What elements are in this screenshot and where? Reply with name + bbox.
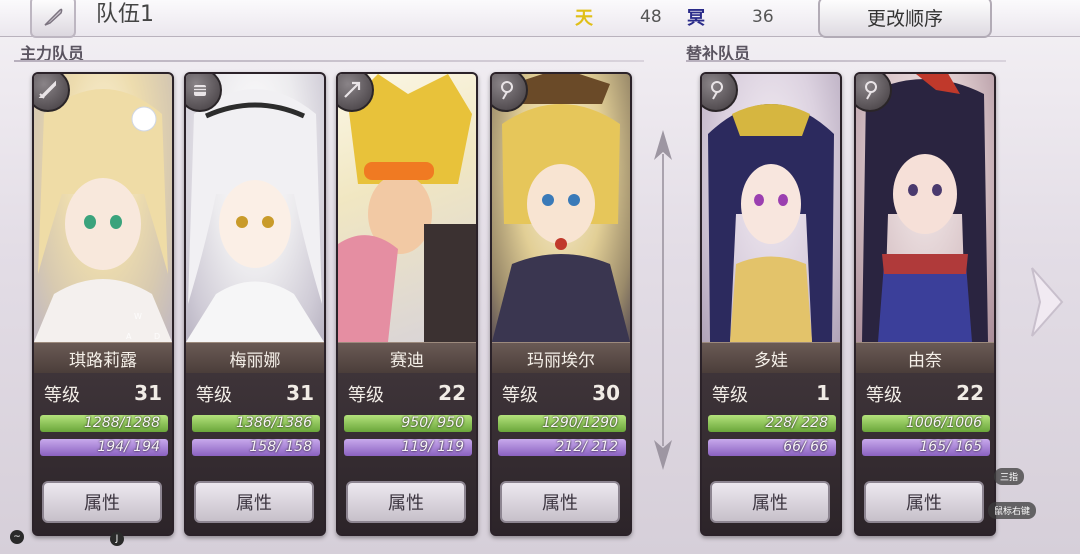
member-stats: 等级 31 1288/1288 194/ 194 属性	[34, 373, 172, 534]
level-label: 等级	[196, 385, 232, 406]
level-label: 等级	[502, 385, 538, 406]
level-value: 30	[592, 381, 620, 405]
member-name: 梅丽娜	[186, 342, 324, 374]
portrait	[856, 74, 994, 342]
level-label: 等级	[348, 385, 384, 406]
resource-heaven-value: 48	[640, 7, 662, 27]
level-row: 等级 31	[196, 381, 314, 407]
underworld-icon: 冥	[687, 8, 705, 29]
hp-bar: 1290/1290	[498, 415, 626, 432]
attributes-button[interactable]: 属性	[710, 481, 830, 523]
portrait	[338, 74, 476, 342]
attributes-button[interactable]: 属性	[864, 481, 984, 523]
member-card[interactable]: 梅丽娜 等级 31 1386/1386 158/ 158 属性	[184, 72, 326, 536]
key-hint-a: A	[126, 332, 132, 341]
member-stats: 等级 30 1290/1290 212/ 212 属性	[492, 373, 630, 534]
overlay-key-tilde[interactable]: ~	[10, 530, 24, 544]
attributes-button[interactable]: 属性	[42, 481, 162, 523]
substitute-card[interactable]: 由奈 等级 22 1006/1006 165/ 165 属性	[854, 72, 996, 536]
portrait	[186, 74, 324, 342]
level-row: 等级 1	[712, 381, 830, 407]
mp-bar: 194/ 194	[40, 439, 168, 456]
member-card[interactable]: 赛迪 等级 22 950/ 950 119/ 119 属性	[336, 72, 478, 536]
attributes-button[interactable]: 属性	[194, 481, 314, 523]
attributes-button[interactable]: 属性	[346, 481, 466, 523]
portrait	[492, 74, 630, 342]
key-hint-w: W	[134, 312, 142, 321]
level-label: 等级	[712, 385, 748, 406]
overlay-key-j[interactable]: J	[110, 532, 124, 546]
member-name: 由奈	[856, 342, 994, 374]
overlay-chip-right-click[interactable]: 鼠标右键	[988, 502, 1037, 519]
level-row: 等级 22	[866, 381, 984, 407]
overlay-chip-three-finger[interactable]: 三指	[994, 468, 1025, 485]
mp-bar: 165/ 165	[862, 439, 990, 456]
team-name: 队伍1	[96, 2, 154, 27]
resource-underworld: 冥 36	[684, 6, 774, 29]
member-name: 赛迪	[338, 342, 476, 374]
level-row: 等级 31	[44, 381, 162, 407]
hp-bar: 1006/1006	[862, 415, 990, 432]
attributes-button[interactable]: 属性	[500, 481, 620, 523]
level-row: 等级 22	[348, 381, 466, 407]
level-value: 22	[438, 381, 466, 405]
member-name: 玛丽埃尔	[492, 342, 630, 374]
hp-bar: 1386/1386	[192, 415, 320, 432]
heaven-icon: 天	[575, 8, 593, 29]
member-stats: 等级 31 1386/1386 158/ 158 属性	[186, 373, 324, 534]
next-page-button[interactable]	[1026, 262, 1066, 342]
level-label: 等级	[866, 385, 902, 406]
mp-bar: 158/ 158	[192, 439, 320, 456]
level-value: 22	[956, 381, 984, 405]
level-value: 31	[286, 381, 314, 405]
member-card[interactable]: W A D 琪路莉露 等级 31 1288/1288 194/ 194 属性	[32, 72, 174, 536]
substitute-card[interactable]: 多娃 等级 1 228/ 228 66/ 66 属性	[700, 72, 842, 536]
resource-underworld-value: 36	[752, 7, 774, 27]
chevron-right-icon	[1031, 267, 1064, 337]
member-stats: 等级 1 228/ 228 66/ 66 属性	[702, 373, 840, 534]
quill-icon	[44, 8, 63, 26]
member-stats: 等级 22 950/ 950 119/ 119 属性	[338, 373, 476, 534]
member-name: 琪路莉露	[34, 342, 172, 374]
scroll-indicator[interactable]	[652, 130, 674, 470]
member-name: 多娃	[702, 342, 840, 374]
main-divider	[14, 60, 644, 62]
level-label: 等级	[44, 385, 80, 406]
hp-bar: 1288/1288	[40, 415, 168, 432]
key-hint-d: D	[154, 332, 161, 341]
level-value: 1	[816, 381, 830, 405]
level-row: 等级 30	[502, 381, 620, 407]
hp-bar: 950/ 950	[344, 415, 472, 432]
hp-bar: 228/ 228	[708, 415, 836, 432]
portrait	[34, 74, 172, 342]
mp-bar: 119/ 119	[344, 439, 472, 456]
change-order-button[interactable]: 更改顺序	[818, 0, 992, 38]
member-stats: 等级 22 1006/1006 165/ 165 属性	[856, 373, 994, 534]
member-card[interactable]: 玛丽埃尔 等级 30 1290/1290 212/ 212 属性	[490, 72, 632, 536]
mp-bar: 212/ 212	[498, 439, 626, 456]
mp-bar: 66/ 66	[708, 439, 836, 456]
resource-heaven: 天 48	[572, 6, 662, 29]
sub-divider	[686, 60, 1006, 62]
rename-button[interactable]	[30, 0, 76, 38]
level-value: 31	[134, 381, 162, 405]
portrait	[702, 74, 840, 342]
top-bar: 队伍1 天 48 冥 36 更改顺序	[0, 0, 1080, 38]
